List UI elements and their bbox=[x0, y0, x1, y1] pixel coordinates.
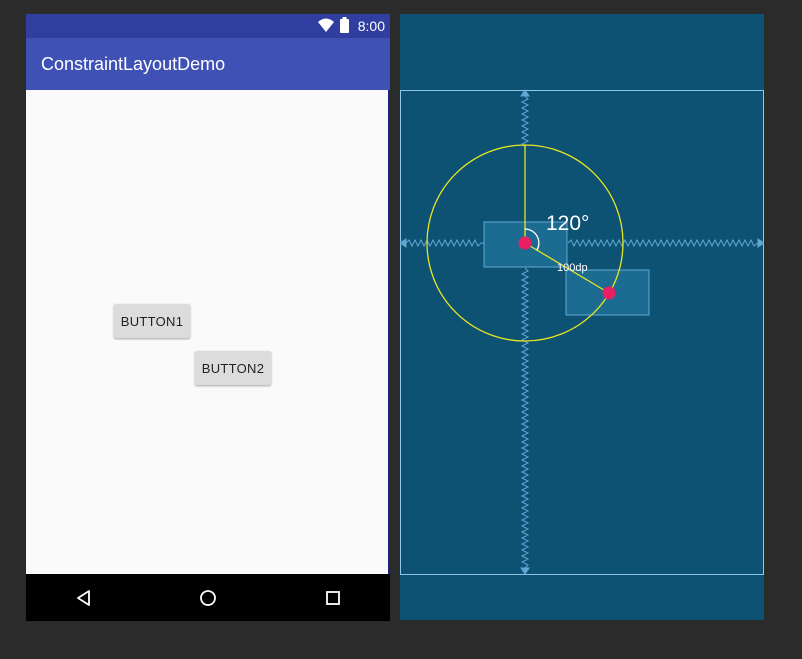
back-button[interactable] bbox=[54, 574, 114, 621]
recents-icon bbox=[326, 590, 340, 605]
home-button[interactable] bbox=[178, 574, 238, 621]
navigation-bar bbox=[26, 574, 390, 621]
center-anchor-dot bbox=[518, 236, 532, 250]
angle-label: 120° bbox=[546, 212, 590, 235]
home-icon bbox=[200, 589, 216, 606]
content-edge bbox=[388, 90, 390, 574]
back-icon bbox=[77, 589, 90, 606]
design-preview: 8:00 ConstraintLayoutDemo BUTTON1 BUTTON… bbox=[26, 14, 390, 621]
wifi-icon bbox=[318, 18, 334, 32]
status-icons bbox=[316, 17, 352, 35]
status-time: 8:00 bbox=[357, 18, 385, 34]
battery-icon bbox=[340, 17, 349, 33]
recents-button[interactable] bbox=[303, 574, 363, 621]
button1[interactable]: BUTTON1 bbox=[114, 304, 190, 338]
target-anchor-dot bbox=[602, 286, 616, 300]
blueprint-view: 120° 100dp bbox=[400, 14, 764, 620]
button2[interactable]: BUTTON2 bbox=[195, 351, 271, 385]
app-title: ConstraintLayoutDemo bbox=[41, 54, 226, 74]
horizontal-constraint bbox=[400, 238, 764, 248]
radius-label: 100dp bbox=[557, 262, 588, 274]
content-area: BUTTON1 BUTTON2 bbox=[26, 90, 390, 574]
app-bar: ConstraintLayoutDemo bbox=[26, 38, 390, 90]
status-bar: 8:00 bbox=[26, 14, 390, 38]
